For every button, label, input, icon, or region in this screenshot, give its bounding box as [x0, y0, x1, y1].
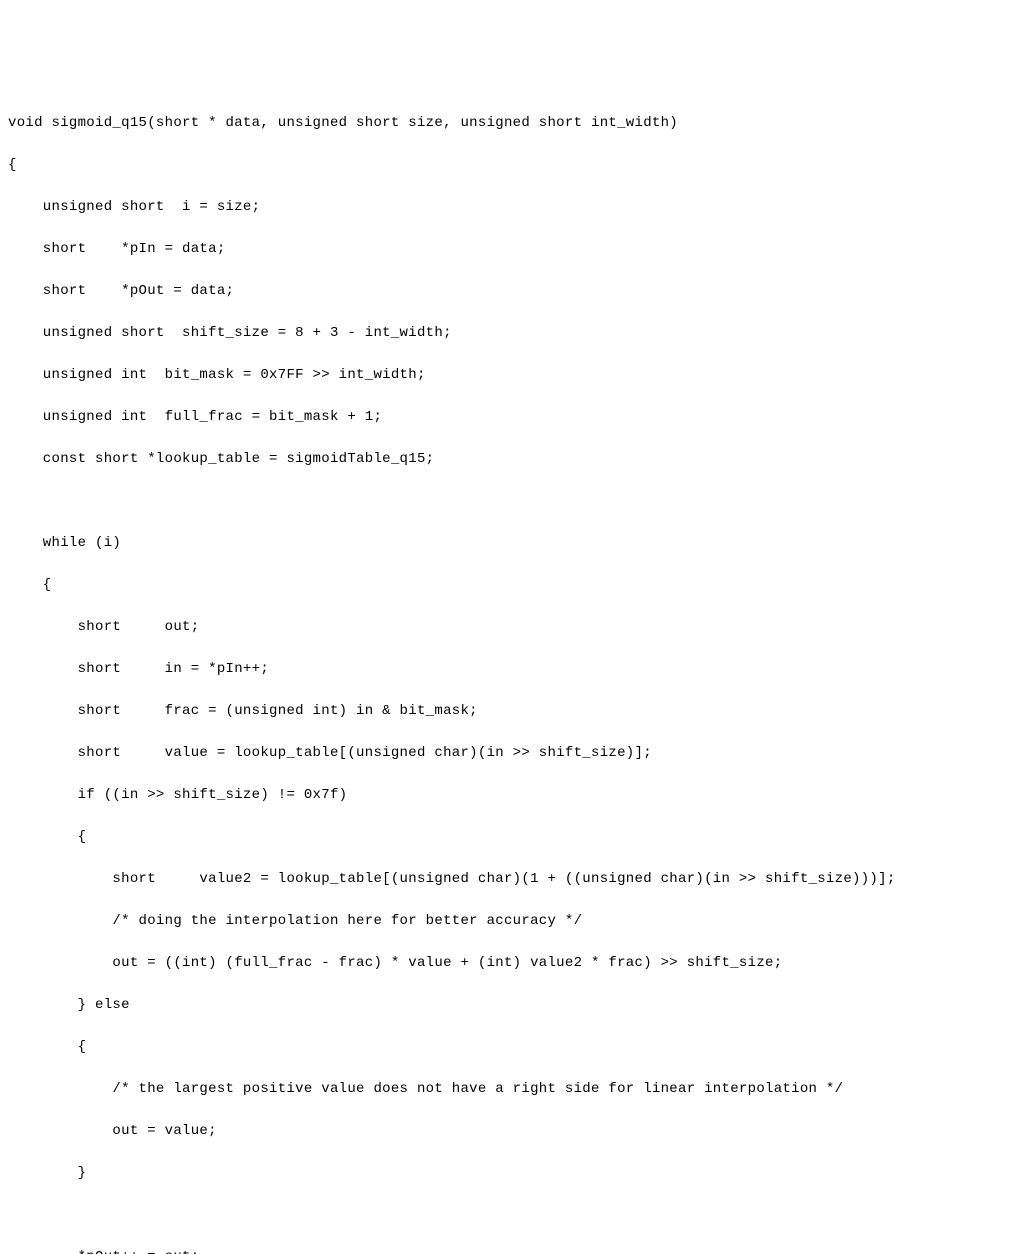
code-line: void sigmoid_q15(short * data, unsigned … — [8, 113, 1016, 134]
code-line: short value = lookup_table[(unsigned cha… — [8, 743, 1016, 764]
code-line: short value2 = lookup_table[(unsigned ch… — [8, 869, 1016, 890]
code-line: { — [8, 827, 1016, 848]
code-block: void sigmoid_q15(short * data, unsigned … — [8, 92, 1016, 1254]
code-line: { — [8, 155, 1016, 176]
code-line: /* the largest positive value does not h… — [8, 1079, 1016, 1100]
code-line: if ((in >> shift_size) != 0x7f) — [8, 785, 1016, 806]
code-line: short out; — [8, 617, 1016, 638]
code-line: short *pIn = data; — [8, 239, 1016, 260]
code-line: unsigned short shift_size = 8 + 3 - int_… — [8, 323, 1016, 344]
code-line: } else — [8, 995, 1016, 1016]
code-line — [8, 491, 1016, 512]
code-line: const short *lookup_table = sigmoidTable… — [8, 449, 1016, 470]
code-line: out = ((int) (full_frac - frac) * value … — [8, 953, 1016, 974]
code-line: unsigned int full_frac = bit_mask + 1; — [8, 407, 1016, 428]
code-line: short frac = (unsigned int) in & bit_mas… — [8, 701, 1016, 722]
code-line: while (i) — [8, 533, 1016, 554]
code-line: unsigned short i = size; — [8, 197, 1016, 218]
code-line: *pOut++ = out; — [8, 1247, 1016, 1254]
code-line: { — [8, 1037, 1016, 1058]
code-line — [8, 1205, 1016, 1226]
code-line: /* doing the interpolation here for bett… — [8, 911, 1016, 932]
code-line: short in = *pIn++; — [8, 659, 1016, 680]
code-line: { — [8, 575, 1016, 596]
code-line: unsigned int bit_mask = 0x7FF >> int_wid… — [8, 365, 1016, 386]
code-line: short *pOut = data; — [8, 281, 1016, 302]
code-line: out = value; — [8, 1121, 1016, 1142]
code-line: } — [8, 1163, 1016, 1184]
